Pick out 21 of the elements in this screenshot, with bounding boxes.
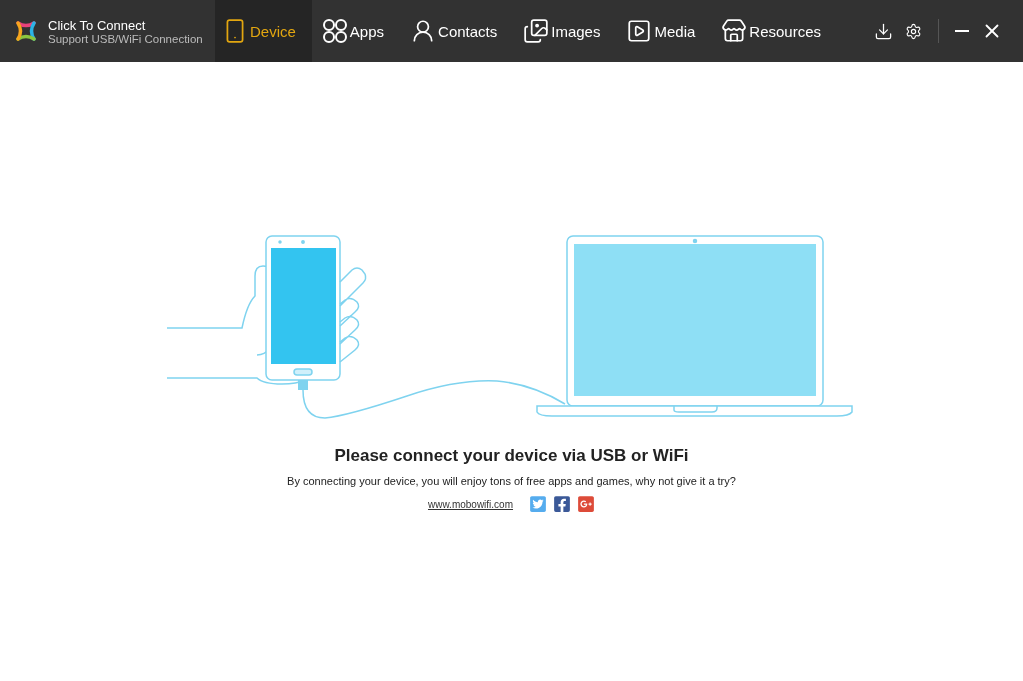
app-logo-icon — [14, 19, 38, 43]
play-icon — [626, 18, 653, 44]
nav-tab[interactable]: Apps — [311, 0, 395, 62]
nav-tab[interactable]: Device — [215, 0, 312, 62]
website-link[interactable]: www.mobowifi.com — [428, 498, 513, 510]
facebook-icon[interactable] — [553, 495, 571, 513]
connect-description: By connecting your device, you will enjoy tons of free apps and games, why not give it a try? — [287, 475, 736, 487]
nav-tab[interactable]: Images — [513, 0, 611, 62]
connect-heading: Please connect your device via USB or WiFi — [334, 446, 689, 466]
nav-tab[interactable]: Contacts — [400, 0, 508, 62]
google-plus-icon[interactable] — [577, 495, 595, 513]
nav-tab[interactable]: Resources — [711, 0, 832, 62]
app-title: Click To Connect — [48, 17, 147, 33]
settings-icon — [905, 22, 922, 40]
images-icon — [523, 18, 550, 44]
nav-tab[interactable]: Media — [616, 0, 706, 62]
app-subtitle: Support USB/WiFi Connection — [48, 32, 203, 45]
store-icon — [721, 18, 748, 44]
minimize-icon — [955, 30, 969, 32]
four-circles-icon — [321, 18, 348, 44]
download-icon — [874, 21, 893, 41]
